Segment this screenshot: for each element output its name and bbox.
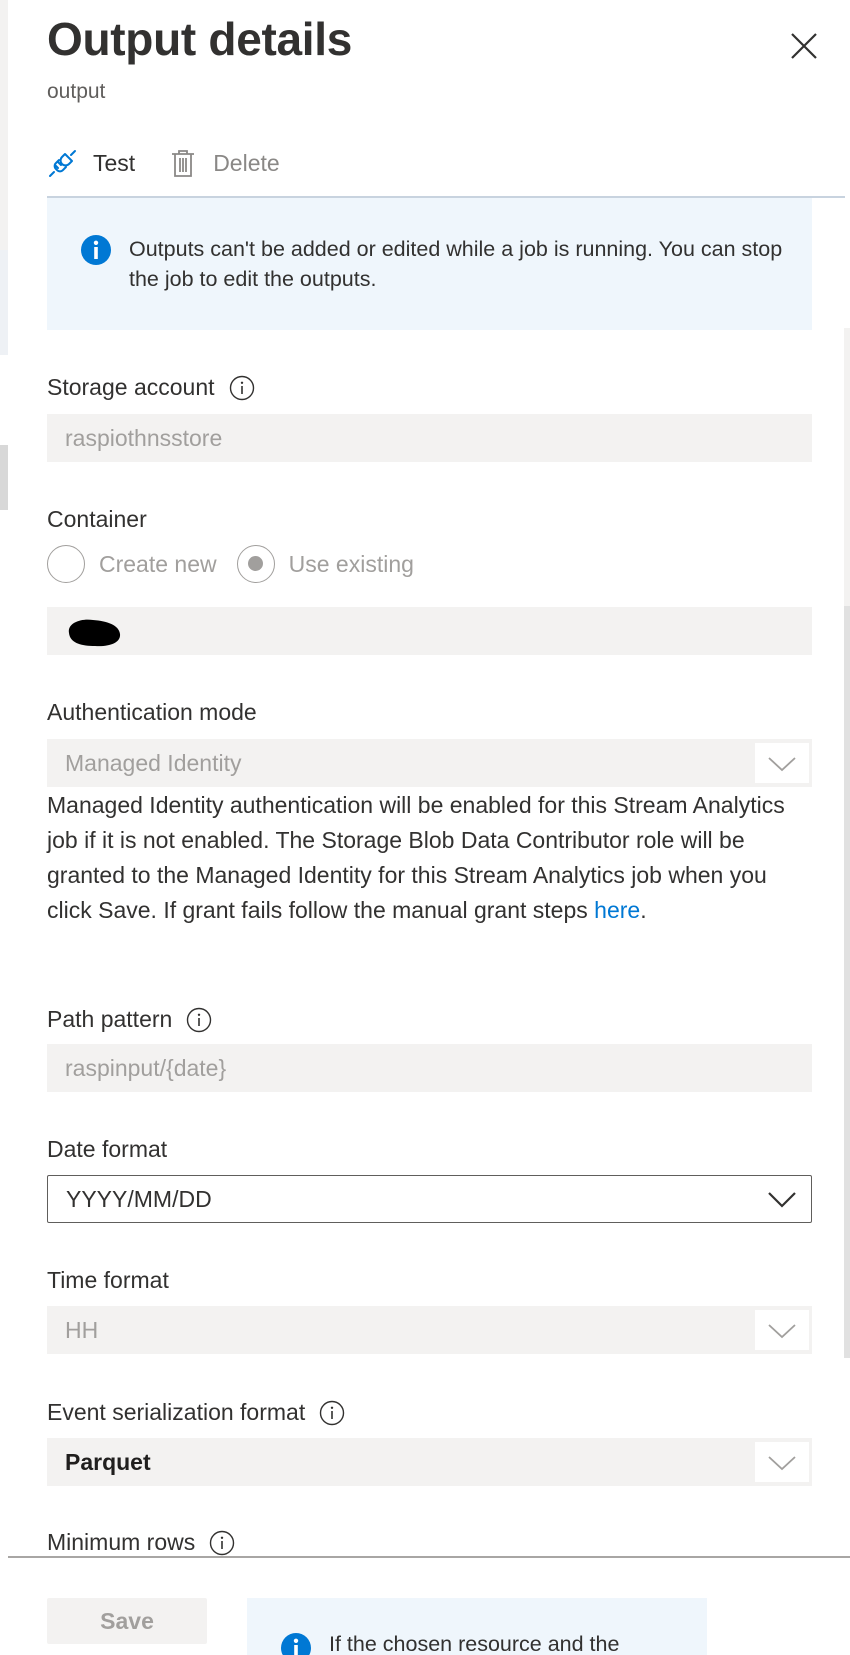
storage-account-field: raspiothnsstore [47,414,812,462]
path-pattern-field: raspinput/{date} [47,1044,812,1092]
scrollbar-thumb[interactable] [844,606,850,1358]
info-circle-icon[interactable] [319,1400,345,1426]
dropdown-chevron [755,1442,809,1482]
container-radio-group: Create new Use existing [47,544,434,584]
create-new-option[interactable]: Create new [47,545,217,583]
chevron-down-icon [768,1456,796,1471]
container-label: Container [47,506,147,532]
date-format-label-row: Date format [47,1136,167,1163]
storage-account-label: Storage account [47,374,215,400]
running-job-info-bar: Outputs can't be added or edited while a… [47,198,812,330]
authentication-mode-label-row: Authentication mode [47,699,257,726]
time-format-dropdown: HH [47,1306,812,1354]
page-title: Output details [47,13,353,65]
event-serialization-label-row: Event serialization format [47,1399,345,1426]
path-pattern-value: raspinput/{date} [65,1054,227,1081]
container-field [47,607,812,655]
use-existing-radio[interactable] [236,545,275,583]
chevron-down-icon [768,757,796,772]
use-existing-label: Use existing [288,550,414,577]
authentication-mode-value: Managed Identity [65,749,242,776]
info-icon [81,235,111,265]
storage-account-label-row: Storage account [47,374,255,401]
close-button[interactable] [786,28,822,64]
minimum-rows-label: Minimum rows [47,1529,196,1555]
redaction-scribble [68,619,121,647]
chevron-down-icon [768,1324,796,1339]
footer-info-bar: If the chosen resource and the [247,1598,707,1655]
trash-icon [172,150,195,177]
time-format-label: Time format [47,1267,169,1293]
command-bar: Test Delete [47,140,312,186]
page-subtitle: output [47,80,106,103]
date-format-label: Date format [47,1136,168,1162]
chevron-down-icon [768,1192,796,1208]
test-label: Test [93,149,136,176]
save-button[interactable]: Save [47,1598,207,1644]
minimum-rows-label-row: Minimum rows [47,1529,235,1556]
info-bar-text: Outputs can't be added or edited while a… [129,237,783,291]
output-details-panel: Output details output Test Delete Output… [8,0,850,1655]
container-label-row: Container [47,506,147,533]
event-serialization-label: Event serialization format [47,1399,306,1425]
storage-account-value: raspiothnsstore [65,424,223,451]
info-icon [281,1633,311,1655]
date-format-dropdown[interactable]: YYYY/MM/DD [47,1175,812,1223]
footer-info-text: If the chosen resource and the [329,1632,620,1655]
footer-divider [8,1556,850,1558]
event-serialization-value: Parquet [65,1448,151,1475]
delete-label: Delete [213,149,280,176]
event-serialization-dropdown: Parquet [47,1438,812,1486]
time-format-value: HH [65,1316,99,1343]
path-pattern-label-row: Path pattern [47,1006,212,1033]
test-button[interactable]: Test [47,147,135,179]
delete-button[interactable]: Delete [167,147,280,179]
plug-connection-icon [49,150,76,177]
date-format-value: YYYY/MM/DD [66,1185,212,1212]
scrollbar[interactable] [844,328,850,1358]
info-circle-icon[interactable] [209,1530,235,1556]
use-existing-option[interactable]: Use existing [236,545,414,583]
info-circle-icon[interactable] [229,375,255,401]
info-circle-icon[interactable] [186,1007,212,1033]
authentication-help-text: Managed Identity authentication will be … [47,792,785,923]
create-new-label: Create new [99,550,217,577]
dropdown-chevron [755,743,809,783]
time-format-label-row: Time format [47,1267,169,1294]
dropdown-chevron [755,1310,809,1350]
create-new-radio[interactable] [47,545,85,583]
authentication-mode-label: Authentication mode [47,699,257,725]
path-pattern-label: Path pattern [47,1006,173,1032]
authentication-mode-dropdown: Managed Identity [47,739,812,787]
manual-grant-link[interactable]: here [594,897,640,923]
close-icon [791,33,817,59]
background-page [0,0,8,1655]
